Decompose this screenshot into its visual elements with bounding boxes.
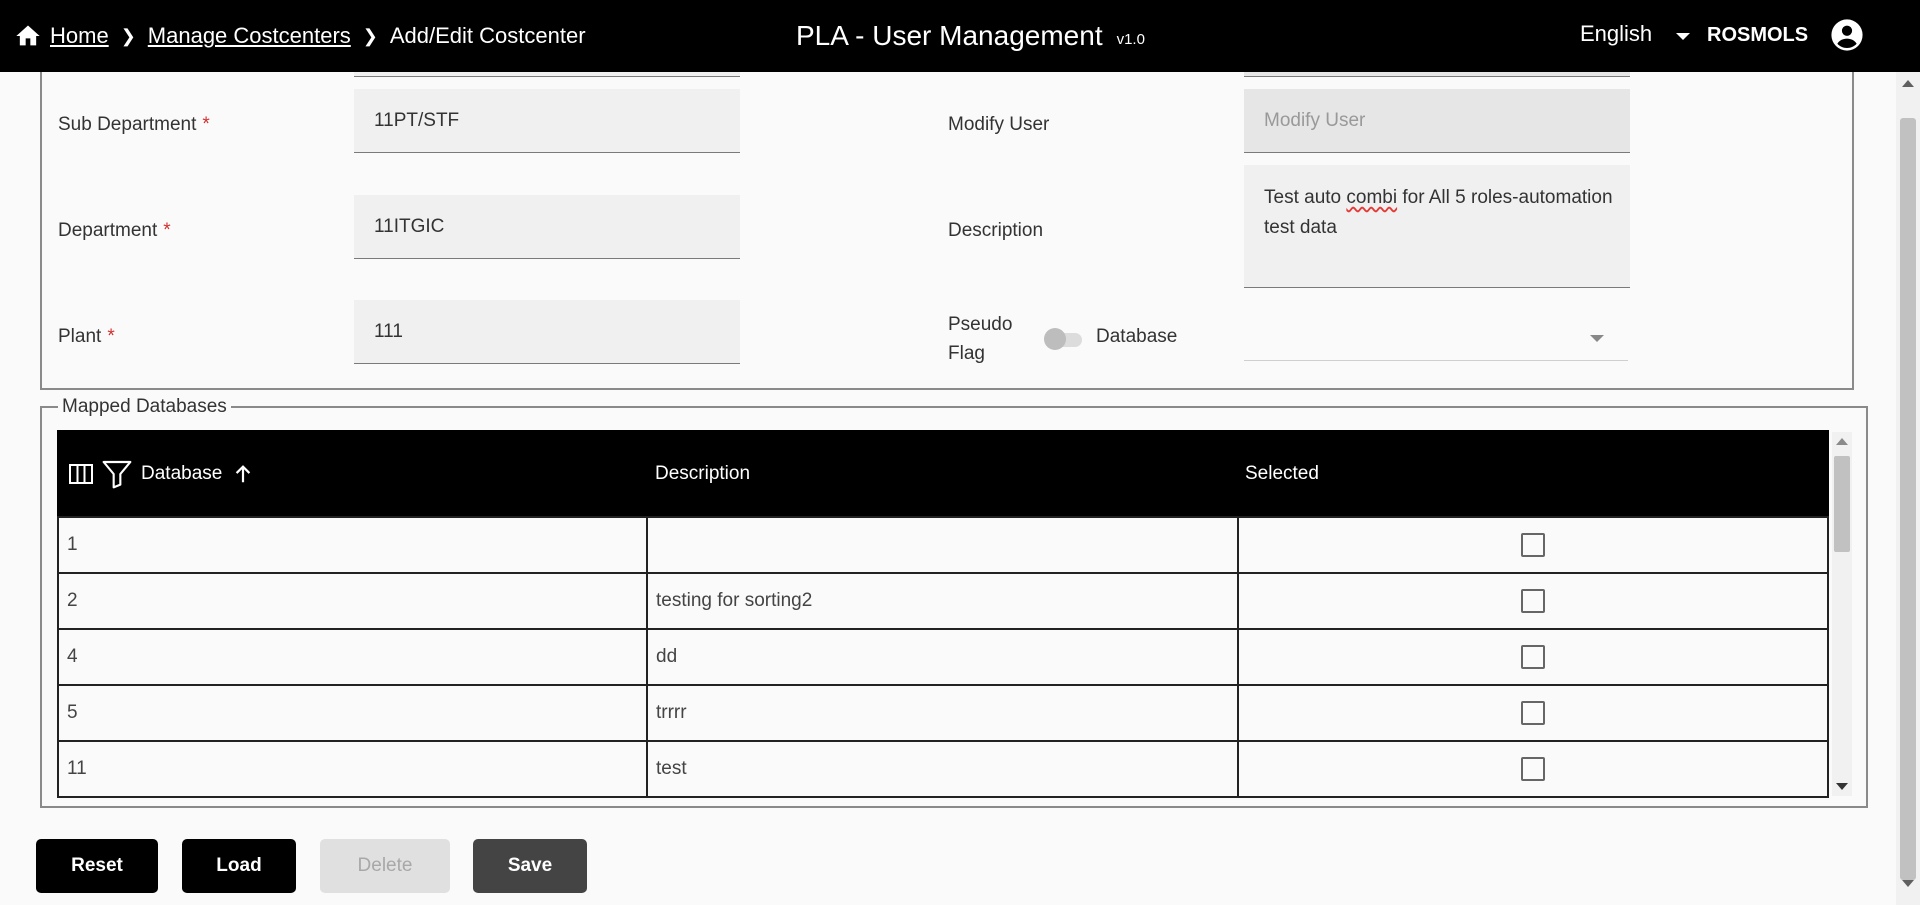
- columns-icon[interactable]: [69, 464, 93, 484]
- description-misspelled-word: combi: [1346, 187, 1398, 208]
- delete-button: Delete: [320, 839, 450, 893]
- save-button[interactable]: Save: [473, 839, 587, 893]
- breadcrumb-separator: ❯: [362, 25, 378, 46]
- table-row[interactable]: 11 test: [57, 742, 1829, 798]
- cell-selected: [1239, 686, 1829, 740]
- grid-scrollbar-thumb[interactable]: [1834, 456, 1850, 552]
- selected-checkbox[interactable]: [1521, 533, 1545, 557]
- breadcrumb-manage-costcenters-link[interactable]: Manage Costcenters: [148, 23, 351, 49]
- required-marker: *: [163, 220, 171, 241]
- required-marker: *: [202, 114, 210, 135]
- sort-arrow-up-icon[interactable]: [232, 463, 254, 485]
- cell-database: 5: [57, 686, 648, 740]
- user-name: ROSMOLS: [1707, 23, 1809, 46]
- pseudo-flag-label: Pseudo Flag: [948, 310, 1012, 368]
- caret-down-icon: [1590, 335, 1604, 342]
- pseudo-flag-label-line: Flag: [948, 343, 985, 364]
- description-text: Test auto combi for All 5 roles-automati…: [1264, 183, 1630, 243]
- breadcrumb-current: Add/Edit Costcenter: [389, 23, 586, 48]
- cell-selected: [1239, 518, 1829, 572]
- sub-department-label-text: Sub Department: [58, 114, 197, 135]
- database-label: Database: [1096, 326, 1178, 347]
- scroll-down-arrow-icon[interactable]: [1836, 783, 1848, 790]
- selected-checkbox[interactable]: [1521, 701, 1545, 725]
- department-label: Department *: [58, 220, 171, 242]
- selected-checkbox[interactable]: [1521, 645, 1545, 669]
- plant-label: Plant *: [58, 326, 115, 348]
- app-title-text: PLA - User Management: [796, 20, 1103, 51]
- breadcrumb-home-link[interactable]: Home: [50, 23, 109, 49]
- cell-database: 4: [57, 630, 648, 684]
- partial-input-field: [354, 72, 740, 77]
- table-row[interactable]: 5 trrrr: [57, 686, 1829, 742]
- scroll-up-arrow-icon[interactable]: [1902, 80, 1914, 87]
- cell-database: 11: [57, 742, 648, 796]
- toggle-knob: [1044, 328, 1066, 350]
- selected-checkbox[interactable]: [1521, 757, 1545, 781]
- cell-description: [648, 518, 1239, 572]
- selected-checkbox[interactable]: [1521, 589, 1545, 613]
- cell-description: dd: [648, 630, 1239, 684]
- plant-label-text: Plant: [58, 326, 102, 347]
- mapped-databases-grid: Database Description Selected 1 2 testin…: [57, 430, 1829, 798]
- grid-header-description[interactable]: Description: [655, 430, 750, 518]
- sub-department-label: Sub Department *: [58, 114, 210, 136]
- description-label: Description: [948, 220, 1044, 241]
- cell-selected: [1239, 630, 1829, 684]
- cell-description: trrrr: [648, 686, 1239, 740]
- cell-database: 2: [57, 574, 648, 628]
- description-text-part: Test auto: [1264, 187, 1347, 208]
- grid-header-database-label: Database: [141, 463, 223, 484]
- table-row[interactable]: 4 dd: [57, 630, 1829, 686]
- home-icon[interactable]: [14, 22, 42, 50]
- scroll-up-arrow-icon[interactable]: [1836, 438, 1848, 445]
- modify-user-label: Modify User: [948, 114, 1050, 135]
- pseudo-flag-label-line: Pseudo: [948, 314, 1013, 335]
- modify-user-input: Modify User: [1244, 89, 1630, 153]
- top-bar: Home ❯ Manage Costcenters ❯ Add/Edit Cos…: [0, 0, 1920, 72]
- language-select[interactable]: English: [1580, 0, 1691, 68]
- grid-header-database[interactable]: Database: [69, 430, 254, 518]
- required-marker: *: [107, 326, 115, 347]
- cell-selected: [1239, 574, 1829, 628]
- department-label-text: Department: [58, 220, 158, 241]
- reset-button[interactable]: Reset: [36, 839, 158, 893]
- pseudo-flag-toggle[interactable]: [1044, 328, 1084, 350]
- database-select-underline: [1244, 360, 1628, 361]
- grid-header: Database Description Selected: [57, 430, 1829, 518]
- plant-input[interactable]: 111: [354, 300, 740, 364]
- filter-icon[interactable]: [101, 458, 133, 490]
- account-circle-icon[interactable]: [1830, 18, 1864, 52]
- description-textarea[interactable]: Test auto combi for All 5 roles-automati…: [1244, 165, 1630, 288]
- cell-database: 1: [57, 518, 648, 572]
- mapped-databases-legend: Mapped Databases: [58, 396, 231, 418]
- app-version: v1.0: [1116, 30, 1145, 48]
- department-input[interactable]: 11ITGIC: [354, 195, 740, 259]
- database-select[interactable]: [1244, 318, 1628, 360]
- breadcrumb-separator: ❯: [120, 25, 136, 46]
- cell-description: test: [648, 742, 1239, 796]
- table-row[interactable]: 2 testing for sorting2: [57, 574, 1829, 630]
- grid-header-selected[interactable]: Selected: [1245, 430, 1319, 518]
- table-row[interactable]: 1: [57, 516, 1829, 574]
- sub-department-input[interactable]: 11PT/STF: [354, 89, 740, 153]
- breadcrumb: Home ❯ Manage Costcenters ❯ Add/Edit Cos…: [14, 0, 586, 72]
- partial-input-field: [1244, 72, 1630, 77]
- load-button[interactable]: Load: [182, 839, 296, 893]
- scroll-down-arrow-icon[interactable]: [1902, 880, 1914, 887]
- cell-description: testing for sorting2: [648, 574, 1239, 628]
- language-label: English: [1580, 21, 1653, 46]
- page-scrollbar-thumb[interactable]: [1900, 118, 1916, 880]
- app-title: PLA - User Management v1.0: [796, 0, 1145, 72]
- caret-down-icon: [1676, 32, 1691, 40]
- cell-selected: [1239, 742, 1829, 796]
